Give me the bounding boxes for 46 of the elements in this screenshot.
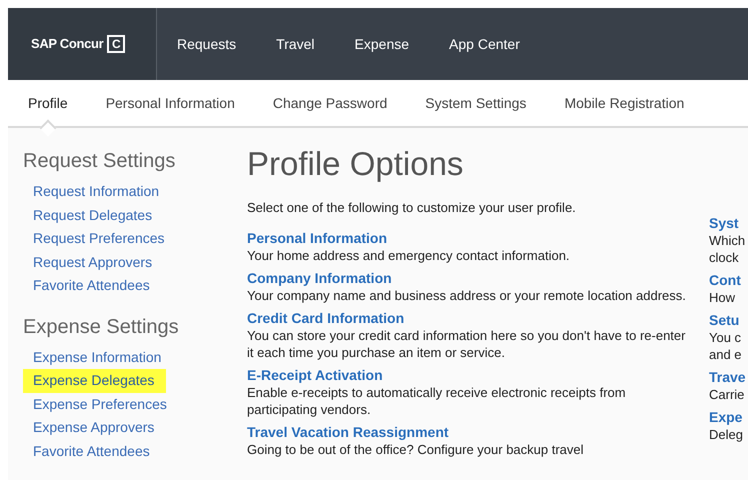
option-description: You can store your credit card information here so you don't have to re-enter it each time you purchase an item or service.: [247, 326, 686, 360]
option-description: Your company name and business address or your remote location address.: [247, 286, 687, 304]
option-description: You c: [709, 329, 742, 346]
sidebar-link[interactable]: Request Information: [23, 180, 172, 204]
option-description: Going to be out of the office? Configure your backup travel: [247, 440, 585, 458]
page-title: Profile Options: [247, 144, 464, 184]
sidebar-link[interactable]: Favorite Attendees: [23, 274, 162, 298]
option-link[interactable]: Expe: [709, 409, 742, 426]
option-link[interactable]: Setu: [709, 312, 740, 329]
brand-logo[interactable]: SAP Concur C: [8, 8, 157, 80]
tab[interactable]: Profile: [28, 80, 68, 126]
option-description: Carrie: [709, 386, 746, 403]
sidebar-link[interactable]: Request Preferences: [23, 227, 177, 250]
option-link[interactable]: Credit Card Information: [247, 310, 404, 326]
option-description: clock: [709, 249, 740, 266]
option-link[interactable]: Syst: [709, 215, 739, 232]
sidebar-heading: Request Settings: [23, 149, 176, 174]
sidebar-heading: Expense Settings: [23, 314, 180, 340]
sidebar-link[interactable]: Expense Information: [23, 346, 174, 369]
sidebar-link[interactable]: Request Delegates: [23, 204, 164, 227]
sidebar-link[interactable]: Expense Delegates: [23, 369, 166, 392]
nav-link[interactable]: Travel: [256, 8, 335, 80]
sidebar-link[interactable]: Favorite Attendees: [23, 440, 162, 463]
tab[interactable]: Mobile Registration: [564, 80, 684, 126]
nav-link[interactable]: Expense: [334, 8, 430, 80]
tab[interactable]: Change Password: [272, 80, 388, 126]
option-link[interactable]: Trave: [709, 369, 746, 386]
option-link[interactable]: E-Receipt Activation: [247, 366, 383, 384]
sidebar-link[interactable]: Request Approvers: [23, 250, 164, 274]
intro-text: Select one of the following to customize your user profile.: [247, 199, 577, 217]
nav-link[interactable]: App Center: [429, 8, 540, 80]
option-link[interactable]: Company Information: [247, 270, 392, 286]
nav-link[interactable]: Requests: [157, 8, 256, 80]
tab[interactable]: Personal Information: [106, 80, 235, 126]
option-link[interactable]: Travel Vacation Reassignment: [247, 424, 449, 440]
option-description: and e: [709, 346, 743, 363]
option-link[interactable]: Cont: [709, 272, 741, 289]
tab[interactable]: System Settings: [425, 80, 526, 126]
option-link[interactable]: Personal Information: [247, 230, 388, 246]
option-description: Deleg: [709, 426, 744, 443]
option-description: Your home address and emergency contact information.: [247, 246, 571, 264]
sidebar-link[interactable]: Expense Preferences: [23, 392, 179, 416]
option-description: How: [709, 289, 736, 306]
option-description: Which: [709, 232, 746, 249]
sidebar-link[interactable]: Expense Approvers: [23, 416, 166, 440]
option-description: Enable e-receipts to automatically receive electronic receipts from participating vendors.: [247, 384, 627, 418]
